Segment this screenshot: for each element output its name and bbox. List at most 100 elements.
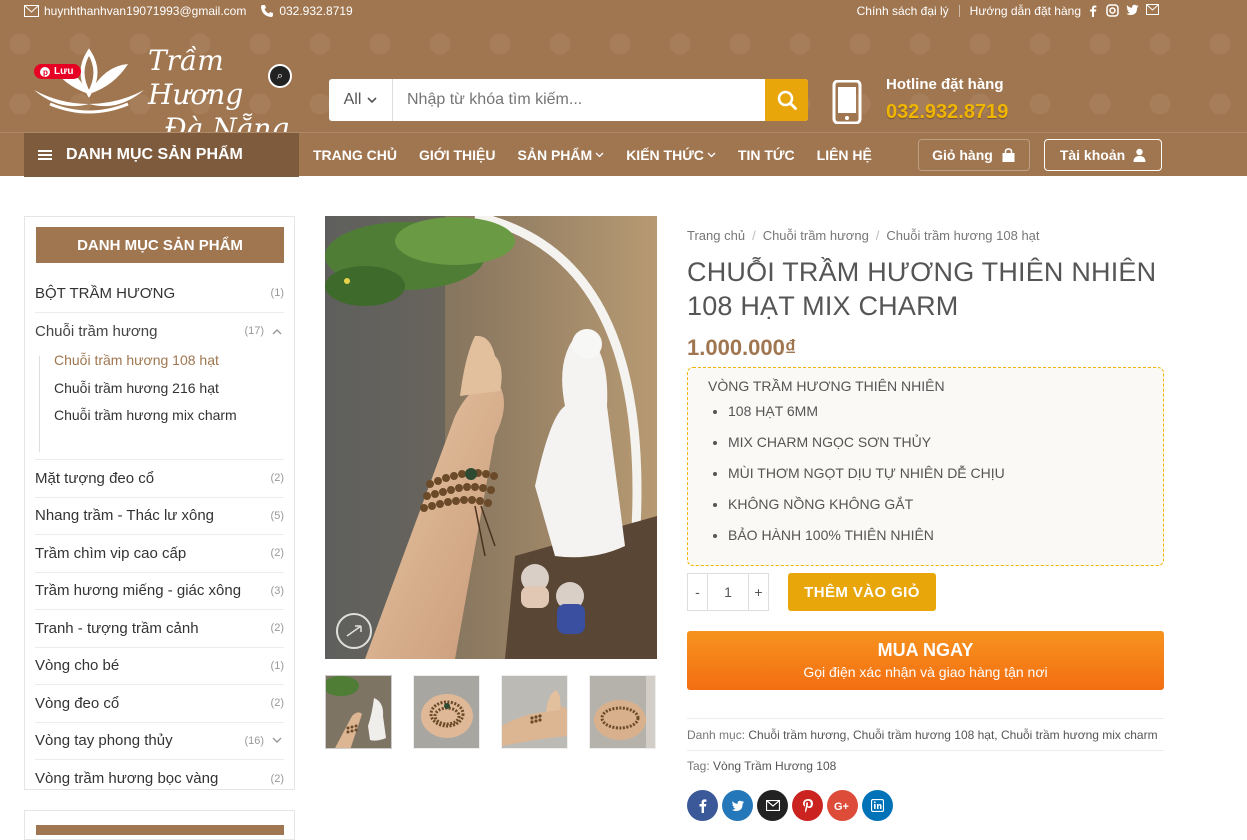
category-menu-button[interactable]: DANH MỤC SẢN PHẨM <box>24 133 299 177</box>
sidebar-item-mat-tuong[interactable]: Mặt tượng đeo cổ (2) <box>35 460 284 498</box>
nav-item-news[interactable]: TIN TỨC <box>738 147 795 163</box>
tag-link[interactable]: Vòng Trầm Hương 108 <box>713 759 836 773</box>
hamburger-icon <box>38 150 52 160</box>
sidebar-subcategory-list: Chuỗi trầm hương 108 hạt Chuỗi trầm hươn… <box>35 350 284 460</box>
sidebar-item-vong-deo-co[interactable]: Vòng đeo cổ (2) <box>35 685 284 723</box>
site-logo[interactable]: Trầm Hương Đà Nẵng <box>30 36 290 145</box>
sidebar-item-chuoi-tram-huong[interactable]: Chuỗi trầm hương (17) <box>35 313 284 351</box>
hotline-label: Hotline đặt hàng <box>886 76 1004 93</box>
category-menu-label: DANH MỤC SẢN PHẨM <box>66 146 243 163</box>
account-button[interactable]: Tài khoản <box>1044 139 1162 171</box>
sidebar-title: DANH MỤC SẢN PHẨM <box>36 227 284 263</box>
pinterest-save-button[interactable]: p Lưu <box>34 64 82 79</box>
linkedin-icon <box>871 799 884 812</box>
breadcrumb-category[interactable]: Chuỗi trầm hương <box>763 228 869 243</box>
quantity-input[interactable]: 1 <box>708 574 748 610</box>
chevron-down-icon <box>595 152 604 158</box>
facebook-icon[interactable] <box>1087 4 1099 17</box>
sidebar-item-vong-cho-be[interactable]: Vòng cho bé (1) <box>35 648 284 685</box>
chevron-down-icon[interactable] <box>272 737 282 744</box>
search-category-value: All <box>343 91 362 108</box>
product-thumbnail[interactable] <box>325 675 392 749</box>
thumbnail-photo <box>326 676 391 748</box>
order-guide-link[interactable]: Hướng dẫn đặt hàng <box>970 4 1081 18</box>
product-categories: Danh mục: Chuỗi trầm hương, Chuỗi trầm h… <box>687 719 1164 751</box>
sidebar-item-label: Mặt tượng đeo cổ <box>35 469 155 487</box>
topbar-email[interactable]: huynhthanhvan19071993@gmail.com <box>24 4 246 18</box>
quantity-decrease-button[interactable]: - <box>688 574 708 610</box>
search-input[interactable] <box>395 79 763 121</box>
twitter-icon[interactable] <box>1126 4 1139 16</box>
chevron-up-icon[interactable] <box>272 328 282 335</box>
breadcrumb-home[interactable]: Trang chủ <box>687 228 745 243</box>
quantity-increase-button[interactable]: + <box>748 574 768 610</box>
sidebar-item-vong-boc-vang[interactable]: Vòng trầm hương bọc vàng (2) <box>35 760 284 798</box>
sidebar-item-count: (2) <box>270 772 284 785</box>
breadcrumb-subcategory[interactable]: Chuỗi trầm hương 108 hạt <box>886 228 1039 243</box>
sidebar-subitem-108[interactable]: Chuỗi trầm hương 108 hạt <box>54 352 219 368</box>
sidebar-item-label: Vòng trầm hương bọc vàng <box>35 770 219 788</box>
nav-item-about[interactable]: GIỚI THIỆU <box>419 147 496 163</box>
product-thumbnail[interactable] <box>501 675 568 749</box>
sidebar-item-label: Vòng đeo cổ <box>35 694 120 712</box>
sidebar-item-bot-tram-huong[interactable]: BỘT TRẦM HƯƠNG (1) <box>35 275 284 313</box>
hotline-number[interactable]: 032.932.8719 <box>886 101 1008 124</box>
product-thumbnail[interactable] <box>589 675 656 749</box>
chevron-down-icon <box>707 152 716 158</box>
sidebar-subitem-mix-charm[interactable]: Chuỗi trầm hương mix charm <box>54 407 237 423</box>
nav-item-knowledge[interactable]: KIẾN THỨC <box>626 147 716 163</box>
sidebar-item-label: Trầm hương miếng - giác xông <box>35 582 242 600</box>
linkedin-share-button[interactable] <box>862 790 893 821</box>
tags-label: Tag: <box>687 759 710 773</box>
pinterest-share-button[interactable] <box>792 790 823 821</box>
sidebar-item-count: (17) <box>244 325 264 338</box>
search-button[interactable] <box>765 79 808 121</box>
product-thumbnail[interactable] <box>413 675 480 749</box>
feature-item: KHÔNG NỒNG KHÔNG GẮT <box>728 495 1143 526</box>
agency-policy-link[interactable]: Chính sách đại lý <box>857 4 949 18</box>
nav-item-contact[interactable]: LIÊN HỆ <box>817 147 872 163</box>
buy-now-button[interactable]: MUA NGAY Gọi điện xác nhận và giao hàng … <box>687 631 1164 690</box>
divider <box>958 5 960 17</box>
product-thumbnails <box>325 675 656 749</box>
twitter-share-button[interactable] <box>722 790 753 821</box>
email-icon <box>765 800 780 811</box>
email-share-button[interactable] <box>757 790 788 821</box>
sidebar-item-tranh-tuong[interactable]: Tranh - tượng trầm cảnh (2) <box>35 610 284 648</box>
google-plus-icon: G+ <box>834 801 849 811</box>
visual-search-icon[interactable]: ⌕ <box>268 64 292 88</box>
sidebar-item-tram-mieng[interactable]: Trầm hương miếng - giác xông (3) <box>35 573 284 610</box>
user-icon <box>1133 148 1146 162</box>
categories-label: Danh mục: <box>687 728 746 742</box>
category-sidebar: DANH MỤC SẢN PHẨM BỘT TRẦM HƯƠNG (1) Chuỗ… <box>24 216 295 790</box>
sidebar-item-count: (1) <box>270 287 284 300</box>
feature-item: MIX CHARM NGỌC SƠN THỦY <box>728 433 1143 464</box>
facebook-share-button[interactable] <box>687 790 718 821</box>
sidebar-item-count: (2) <box>270 472 284 485</box>
main-nav: DANH MỤC SẢN PHẨM TRANG CHỦ GIỚI THIỆU S… <box>0 132 1247 177</box>
product-price: 1.000.000₫ <box>687 335 797 360</box>
sidebar-item-tram-chim[interactable]: Trầm chìm vip cao cấp (2) <box>35 535 284 573</box>
sidebar-widget-2 <box>24 810 295 840</box>
nav-item-home[interactable]: TRANG CHỦ <box>313 147 397 163</box>
sidebar-item-vong-tay-phong-thuy[interactable]: Vòng tay phong thủy (16) <box>35 723 284 760</box>
category-links[interactable]: Chuỗi trầm hương, Chuỗi trầm hương 108 h… <box>748 728 1157 742</box>
sidebar-subitem-216[interactable]: Chuỗi trầm hương 216 hạt <box>54 380 219 396</box>
search-category-select[interactable]: All <box>329 79 393 121</box>
nav-item-products[interactable]: SẢN PHẨM <box>518 147 605 163</box>
breadcrumb: Trang chủ / Chuỗi trầm hương / Chuỗi trầ… <box>687 228 1164 243</box>
product-main-image[interactable] <box>325 216 657 659</box>
pinterest-icon: p <box>40 66 50 77</box>
topbar-email-text: huynhthanhvan19071993@gmail.com <box>44 4 247 18</box>
pinterest-icon <box>802 799 813 813</box>
topbar-phone[interactable]: 032.932.8719 <box>260 4 353 18</box>
sidebar-item-nhang-tram[interactable]: Nhang trầm - Thác lư xông (5) <box>35 498 284 535</box>
twitter-icon <box>731 800 744 811</box>
google-plus-share-button[interactable]: G+ <box>827 790 858 821</box>
nav-item-products-label: SẢN PHẨM <box>517 147 593 163</box>
mail-icon[interactable] <box>1146 4 1159 15</box>
cart-button[interactable]: Giỏ hàng <box>918 139 1030 171</box>
add-to-cart-button[interactable]: THÊM VÀO GIỎ <box>788 573 936 611</box>
cart-label: Giỏ hàng <box>932 147 993 163</box>
instagram-icon[interactable] <box>1106 4 1119 17</box>
